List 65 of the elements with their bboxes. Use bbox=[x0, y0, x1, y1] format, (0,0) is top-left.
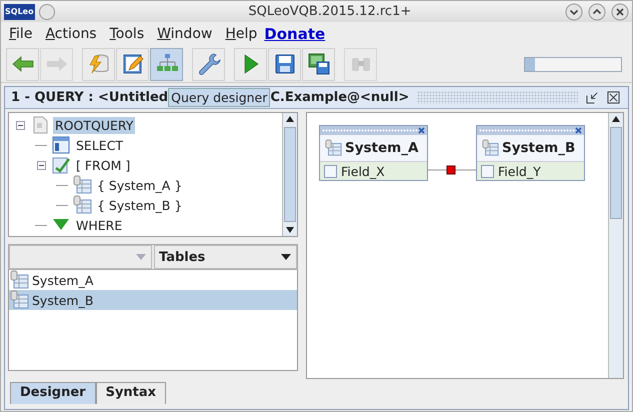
scroll-down-icon[interactable] bbox=[286, 227, 294, 233]
edit-icon bbox=[120, 52, 144, 76]
dropdown-arrow-icon bbox=[136, 254, 146, 260]
table-icon bbox=[72, 175, 92, 195]
save-button[interactable] bbox=[268, 48, 301, 80]
tree-item[interactable]: [ FROM ] bbox=[74, 156, 132, 174]
dropdown-arrow-icon bbox=[281, 254, 291, 260]
tree-item[interactable]: SELECT bbox=[74, 136, 126, 154]
close-icon[interactable] bbox=[607, 91, 620, 104]
scroll-up-icon[interactable] bbox=[286, 116, 294, 122]
table-name: System_A bbox=[345, 140, 418, 156]
scroll-up-icon[interactable] bbox=[612, 116, 620, 122]
save-icon bbox=[272, 52, 296, 76]
saveas-button[interactable] bbox=[302, 48, 335, 80]
menu-item[interactable]: Actions bbox=[45, 26, 97, 42]
undock-icon[interactable] bbox=[586, 91, 599, 104]
tools-button[interactable] bbox=[192, 48, 225, 80]
saveas-icon bbox=[306, 52, 330, 76]
menu-item[interactable]: Tools bbox=[110, 26, 144, 42]
menu-item[interactable]: Help bbox=[225, 26, 258, 42]
close-button[interactable] bbox=[611, 2, 629, 20]
tools-icon bbox=[196, 52, 220, 76]
table-name: System_A bbox=[32, 272, 94, 288]
scrollbar[interactable] bbox=[608, 113, 623, 378]
menu-item[interactable]: Window bbox=[157, 26, 212, 42]
field-checkbox[interactable] bbox=[481, 164, 494, 178]
table-icon bbox=[481, 139, 499, 157]
tree-item[interactable]: { System_B } bbox=[95, 196, 184, 214]
table-list-item[interactable]: System_A bbox=[9, 270, 297, 290]
scrollbar[interactable] bbox=[282, 113, 297, 236]
run-button[interactable] bbox=[234, 48, 267, 80]
window-title: SQLeoVQB.2015.12.rc1+ bbox=[247, 4, 412, 19]
tree-item[interactable]: { System_A } bbox=[95, 176, 184, 194]
collapse-icon[interactable] bbox=[16, 120, 24, 130]
edit-button[interactable] bbox=[116, 48, 149, 80]
tree-item[interactable]: WHERE bbox=[74, 216, 124, 234]
select-icon bbox=[51, 135, 71, 155]
field-name: Field_X bbox=[341, 164, 385, 178]
app-logo: SQLeo bbox=[4, 4, 35, 20]
menu-item[interactable]: File bbox=[9, 26, 32, 42]
join-line[interactable] bbox=[426, 166, 476, 174]
minimize-button[interactable] bbox=[565, 2, 583, 20]
tooltip: Query designer bbox=[168, 88, 270, 107]
back-button[interactable] bbox=[6, 48, 39, 80]
tab[interactable]: Designer bbox=[10, 382, 96, 404]
table-name: System_B bbox=[502, 140, 576, 156]
table-list-item[interactable]: System_B bbox=[9, 290, 297, 310]
tab[interactable]: Syntax bbox=[96, 382, 166, 404]
table-icon bbox=[72, 195, 92, 215]
object-type-dropdown[interactable]: Tables bbox=[154, 245, 297, 269]
connect-icon bbox=[86, 52, 110, 76]
table-node[interactable]: System_B Field_Y bbox=[476, 125, 585, 181]
from-icon bbox=[51, 155, 71, 175]
table-node[interactable]: System_A Field_X bbox=[319, 125, 428, 181]
dropdown-value: Tables bbox=[158, 250, 206, 264]
table-icon bbox=[324, 139, 342, 157]
donate-link[interactable]: Donate bbox=[264, 25, 326, 43]
field-checkbox[interactable] bbox=[324, 164, 337, 178]
maximize-button[interactable] bbox=[588, 2, 606, 20]
query-title: C.Example@<null> bbox=[270, 90, 410, 105]
query-title: 1 - QUERY : <Untitled bbox=[11, 90, 168, 105]
table-name: System_B bbox=[32, 292, 94, 308]
collapse-icon[interactable] bbox=[36, 160, 46, 170]
tree-item[interactable]: ROOTQUERY bbox=[53, 116, 136, 134]
field-name: Field_Y bbox=[498, 164, 541, 178]
